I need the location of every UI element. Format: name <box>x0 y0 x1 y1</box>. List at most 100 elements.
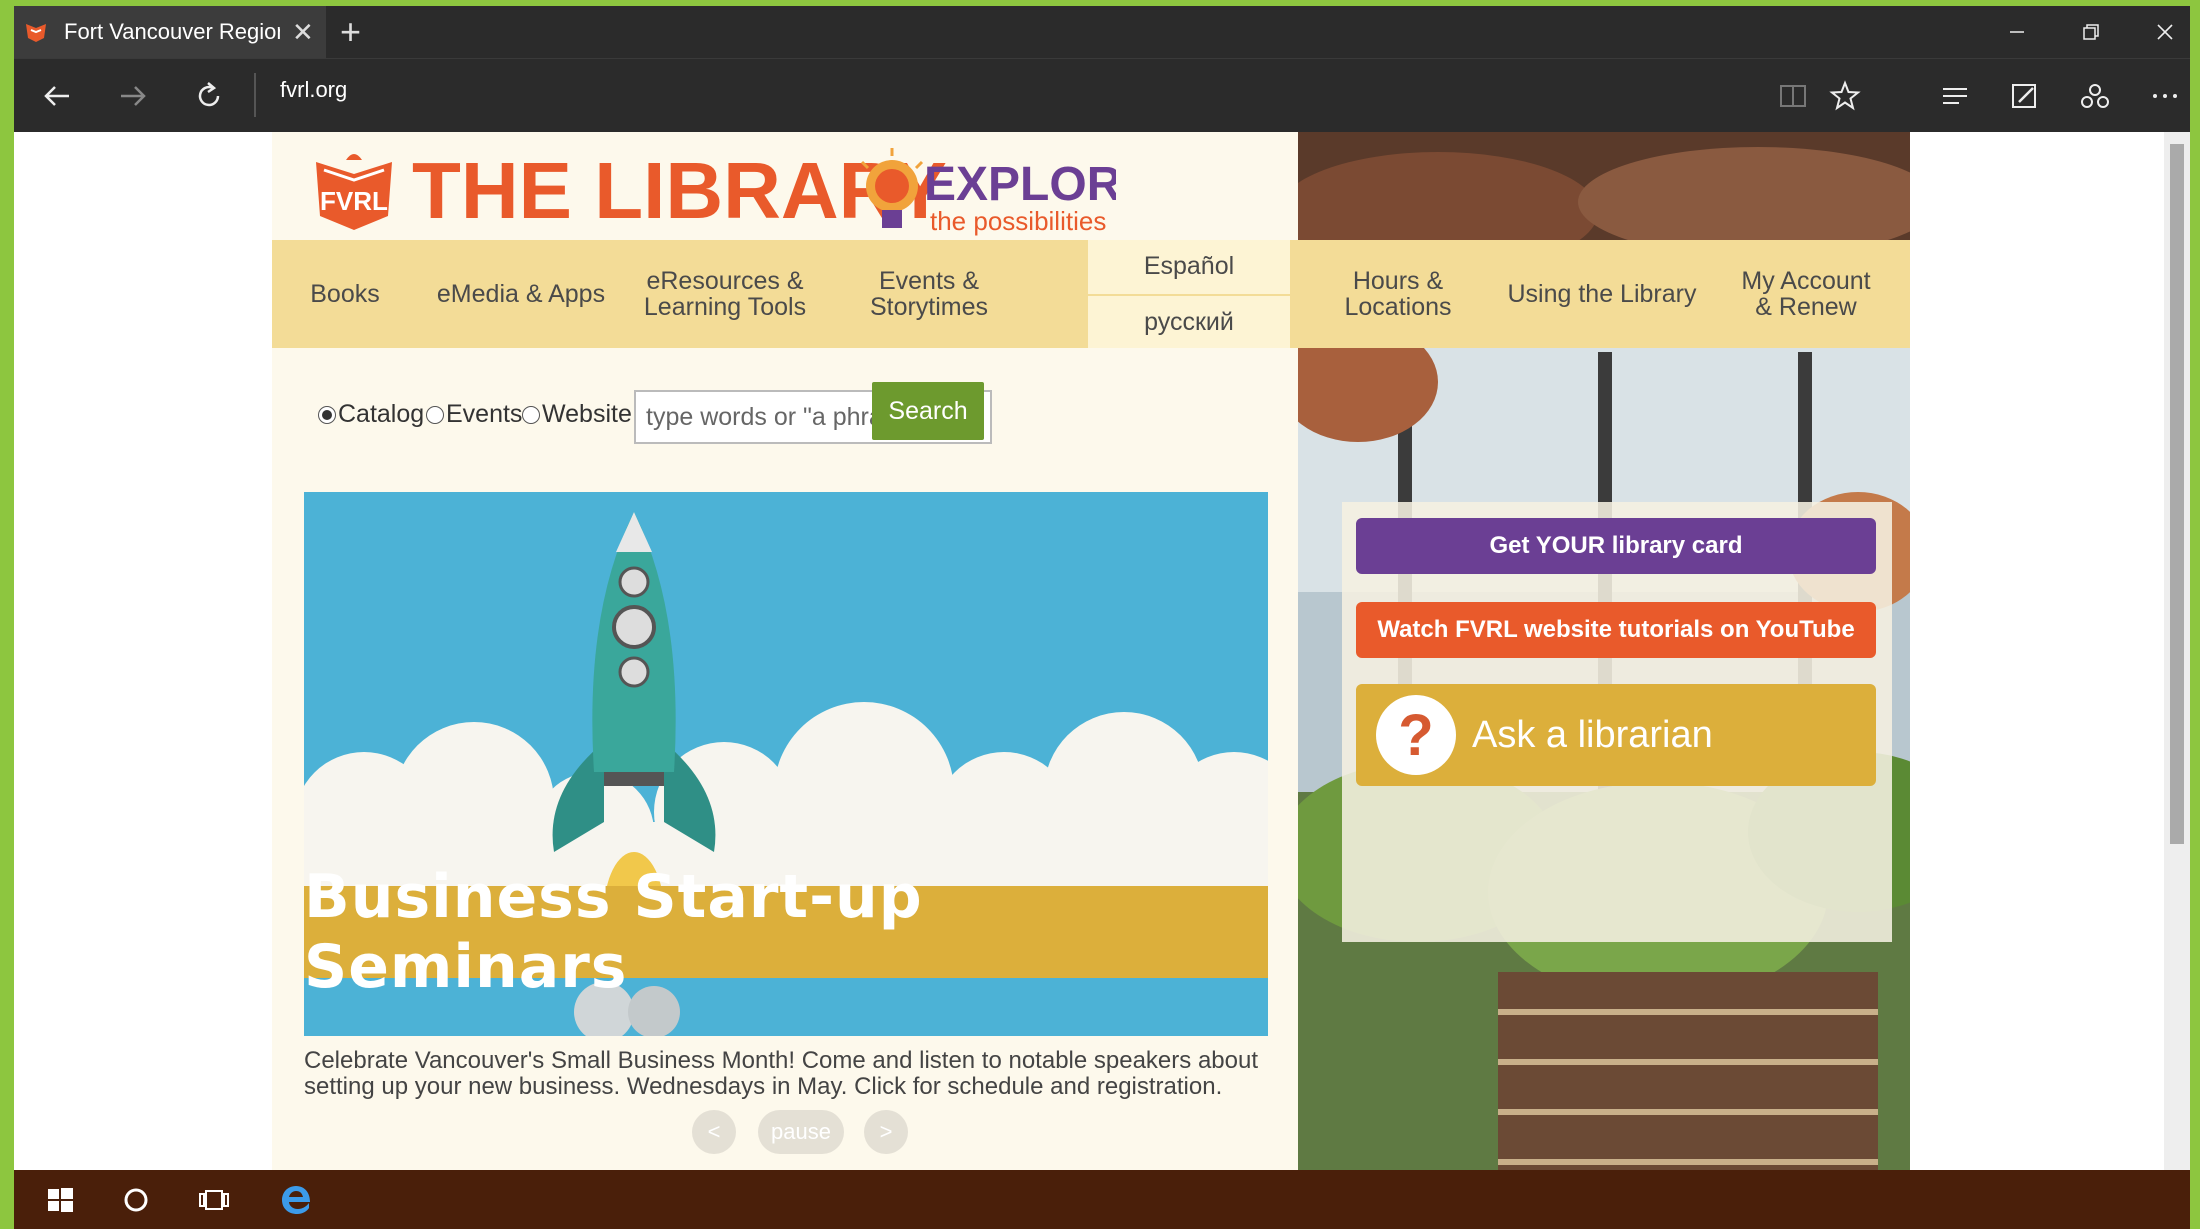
nav-eresources-line1: eResources & <box>646 267 804 295</box>
nav-account[interactable]: My Account & Renew <box>1704 240 1908 348</box>
logo-explore: EXPLORE <box>924 158 1116 211</box>
question-mark-icon: ? <box>1376 695 1456 775</box>
carousel-next-label: > <box>879 1119 893 1144</box>
address-bar-row: fvrl.org <box>14 58 2190 133</box>
start-button[interactable] <box>30 1170 90 1229</box>
browser-tab[interactable]: Fort Vancouver Regiona ✕ <box>14 6 326 58</box>
restore-icon <box>2083 24 2099 40</box>
nav-emedia-label: eMedia & Apps <box>436 280 606 308</box>
share-icon <box>2081 84 2109 108</box>
windows-logo-icon <box>48 1187 73 1212</box>
ask-librarian-button[interactable]: ? Ask a librarian <box>1356 684 1876 786</box>
nav-events[interactable]: Events & Storytimes <box>828 240 1030 348</box>
favorite-button[interactable] <box>1818 69 1872 123</box>
youtube-tutorials-label: Watch FVRL website tutorials on YouTube <box>1377 616 1855 643</box>
nav-emedia[interactable]: eMedia & Apps <box>420 240 622 348</box>
lang-espanol[interactable]: Español <box>1088 240 1290 292</box>
nav-using-label: Using the Library <box>1507 280 1697 308</box>
close-tab-icon[interactable]: ✕ <box>292 17 314 48</box>
forward-button[interactable] <box>106 69 160 123</box>
library-card-button[interactable]: Get YOUR library card <box>1356 518 1876 574</box>
fvrl-favicon-icon <box>26 24 46 42</box>
browser-window: Fort Vancouver Regiona ✕ + fvrl.org FVRL… <box>14 6 2190 1229</box>
title-bar: Fort Vancouver Regiona ✕ + <box>14 6 2190 58</box>
task-view-button[interactable] <box>184 1170 244 1229</box>
carousel-prev-button[interactable]: < <box>692 1110 736 1154</box>
nav-eresources-line2: Learning Tools <box>643 293 807 321</box>
close-window-button[interactable] <box>2128 6 2190 58</box>
nav-account-line2: & Renew <box>1755 293 1857 321</box>
nav-account-line1: My Account <box>1741 267 1871 295</box>
refresh-icon <box>198 82 220 107</box>
lang-russian-label: русский <box>1144 307 1234 336</box>
task-view-icon <box>199 1189 229 1210</box>
lang-russian[interactable]: русский <box>1088 296 1290 348</box>
star-icon <box>1829 80 1861 111</box>
radio-website[interactable]: Website <box>522 400 632 429</box>
carousel-prev-label: < <box>707 1119 721 1144</box>
refresh-button[interactable] <box>182 69 236 123</box>
windows-taskbar <box>14 1170 2190 1229</box>
radio-catalog-label: Catalog <box>338 400 425 428</box>
edge-browser-icon <box>282 1185 310 1214</box>
web-note-button[interactable] <box>1998 69 2052 123</box>
more-button[interactable] <box>2138 69 2190 123</box>
library-card-label: Get YOUR library card <box>1489 532 1743 559</box>
edge-taskbar-button[interactable] <box>266 1170 326 1229</box>
nav-eresources[interactable]: eResources & Learning Tools <box>624 240 826 348</box>
carousel-pause-button[interactable]: pause <box>758 1110 844 1154</box>
banner-caption: Business Start-up Seminars <box>304 862 1268 1002</box>
radio-catalog-dot[interactable] <box>318 405 336 424</box>
logo-badge-text: FVRL <box>320 186 388 216</box>
nav-books[interactable]: Books <box>272 240 418 348</box>
address-separator <box>254 73 256 117</box>
nav-events-line1: Events & <box>878 267 980 295</box>
back-arrow-icon <box>44 86 69 106</box>
cortana-button[interactable] <box>106 1170 166 1229</box>
youtube-tutorials-button[interactable]: Watch FVRL website tutorials on YouTube <box>1356 602 1876 658</box>
quick-links-panel: Get YOUR library card Watch FVRL website… <box>1342 502 1892 942</box>
restore-button[interactable] <box>2054 6 2128 58</box>
logo-tagline: the possibilities <box>930 206 1106 236</box>
more-dots-icon <box>2153 94 2177 98</box>
radio-events[interactable]: Events <box>426 400 522 429</box>
back-button[interactable] <box>30 69 84 123</box>
nav-events-line2: Storytimes <box>869 293 989 321</box>
reading-view-button[interactable] <box>1766 69 1820 123</box>
hub-button[interactable] <box>1928 69 1982 123</box>
web-viewport: FVRL THE LIBRARY EXPLORE the possibiliti… <box>14 132 2190 1176</box>
tab-title: Fort Vancouver Regiona <box>64 19 280 44</box>
url-field[interactable]: fvrl.org <box>280 77 347 103</box>
radio-website-dot[interactable] <box>522 405 540 424</box>
nav-hours-label: Hours & Locations <box>1344 267 1452 321</box>
nav-using[interactable]: Using the Library <box>1500 240 1704 348</box>
hub-icon <box>1943 88 1967 104</box>
library-logo[interactable]: FVRL THE LIBRARY EXPLORE the possibiliti… <box>316 144 1153 236</box>
search-form: Catalog Events Website <box>304 382 1284 444</box>
scrollbar-thumb[interactable] <box>2170 144 2184 844</box>
radio-catalog[interactable]: Catalog <box>318 400 424 429</box>
nav-books-label: Books <box>310 280 380 308</box>
carousel-pause-label: pause <box>771 1119 831 1144</box>
page-scrollbar[interactable] <box>2164 132 2190 1176</box>
nav-hours[interactable]: Hours & Locations <box>1296 240 1500 348</box>
banner-description[interactable]: Celebrate Vancouver's Small Business Mon… <box>304 1048 1264 1100</box>
radio-events-label: Events <box>446 400 523 428</box>
fvrl-logo-icon: FVRL THE LIBRARY EXPLORE the possibiliti… <box>316 146 1153 236</box>
radio-events-dot[interactable] <box>426 405 444 424</box>
promo-banner[interactable]: Business Start-up Seminars <box>304 492 1268 1036</box>
close-icon <box>2157 24 2173 40</box>
lang-espanol-label: Español <box>1143 251 1235 280</box>
search-button[interactable]: Search <box>872 382 984 440</box>
cortana-circle-icon <box>124 1188 148 1211</box>
share-button[interactable] <box>2068 69 2122 123</box>
web-note-icon <box>2012 84 2036 108</box>
new-tab-button[interactable]: + <box>340 10 361 54</box>
book-icon <box>1780 85 1806 107</box>
forward-arrow-icon <box>121 86 146 106</box>
carousel-next-button[interactable]: > <box>864 1110 908 1154</box>
radio-website-label: Website <box>542 400 632 428</box>
language-menu: Español русский <box>1088 240 1290 348</box>
ask-librarian-label: Ask a librarian <box>1472 713 1713 756</box>
minimize-button[interactable] <box>1980 6 2054 58</box>
